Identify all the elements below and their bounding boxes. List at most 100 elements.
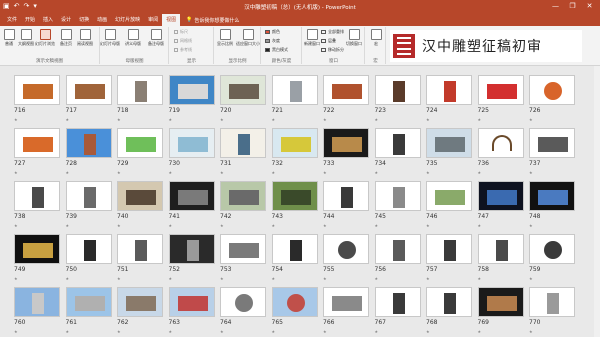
slide-thumbnail[interactable]: 733 ★ [323,128,369,175]
tab-file[interactable]: 文件 [3,14,21,26]
tab-home[interactable]: 开始 [21,14,39,26]
slide-thumbnail[interactable]: 757 ★ [426,234,472,281]
save-icon[interactable]: ▣ [3,2,10,11]
slide-thumbnail[interactable]: 730 ★ [168,128,215,175]
slide-thumbnail[interactable]: 748 ★ [529,181,575,228]
slide-thumbnail[interactable]: 743 ★ [271,181,318,228]
slide-thumbnail[interactable]: 744 ★ [323,181,369,228]
tab-view[interactable]: 视图 [162,14,181,26]
slide-thumbnail[interactable]: 736 ★ [477,128,524,175]
slide-thumbnail[interactable]: 737 ★ [529,128,575,175]
outline-view-button[interactable]: 大纲视图 [18,29,34,46]
slide-thumbnail[interactable]: 761 ★ [65,287,112,334]
reading-view-button[interactable]: 阅读视图 [77,29,93,46]
slide-thumbnail[interactable]: 766 ★ [323,287,369,334]
macros-button[interactable]: 宏 [369,29,383,46]
slide-sorter-button[interactable]: 幻灯片浏览 [35,29,55,46]
close-button[interactable]: ✕ [581,1,598,12]
slide-thumbnail[interactable]: 723 ★ [374,75,421,122]
notes-master-button[interactable]: 备注母版 [148,29,164,46]
slide-thumbnail[interactable]: 750 ★ [65,234,112,281]
slide-thumbnail[interactable]: 716 ★ [14,75,60,122]
vertical-scrollbar[interactable] [594,66,600,337]
tab-design[interactable]: 设计 [57,14,75,26]
slide-thumbnail[interactable]: 738 ★ [14,181,60,228]
tab-slideshow[interactable]: 幻灯片放映 [111,14,144,26]
slide-thumbnail[interactable]: 731 ★ [220,128,266,175]
slide-thumbnail[interactable]: 763 ★ [168,287,215,334]
slide-thumbnail[interactable]: 742 ★ [220,181,266,228]
tab-insert[interactable]: 插入 [39,14,57,26]
gridlines-checkbox[interactable]: 网格线 [174,38,192,44]
slide-thumbnail[interactable]: 755 ★ [323,234,369,281]
customize-qat-icon[interactable]: ▾ [33,2,37,11]
slide-thumbnail[interactable]: 753 ★ [220,234,266,281]
slide-thumbnail[interactable]: 752 ★ [168,234,215,281]
tab-animations[interactable]: 动画 [93,14,111,26]
notes-page-button[interactable]: 备注页 [59,29,73,46]
normal-view-button[interactable]: 普通 [2,29,16,46]
slide-thumbnail[interactable]: 722 ★ [323,75,369,122]
slide-number: 743 [271,213,283,220]
slide-thumbnail[interactable]: 720 ★ [220,75,266,122]
slide-thumbnail[interactable]: 717 ★ [65,75,112,122]
slide-thumbnail[interactable]: 760 ★ [14,287,60,334]
sculpture-image [544,241,562,259]
slide-thumbnail[interactable]: 754 ★ [271,234,318,281]
slide-thumbnail[interactable]: 765 ★ [271,287,318,334]
slide-thumbnail[interactable]: 745 ★ [374,181,421,228]
slide-thumbnail[interactable]: 728 ★ [65,128,112,175]
slide-thumbnail[interactable]: 756 ★ [374,234,421,281]
tell-me-box[interactable]: 💡 告诉我你想要做什么 [186,17,239,24]
slide-thumbnail[interactable]: 759 ★ [529,234,575,281]
slide-thumbnail[interactable]: 735 ★ [426,128,472,175]
undo-icon[interactable]: ↶ [14,2,20,11]
slide-thumbnail[interactable]: 764 ★ [220,287,266,334]
new-window-button[interactable]: 新建窗口 [304,29,320,46]
slide-thumbnail[interactable]: 724 ★ [426,75,472,122]
slide-thumbnail[interactable]: 751 ★ [117,234,163,281]
slide-thumbnail[interactable]: 732 ★ [271,128,318,175]
switch-window-button[interactable]: 切换窗口 [346,29,362,46]
slide-thumbnail[interactable]: 747 ★ [477,181,524,228]
slide-thumbnail[interactable]: 727 ★ [14,128,60,175]
black-white-option[interactable]: 黑白模式 [265,47,288,53]
tab-transitions[interactable]: 切换 [75,14,93,26]
slide-thumbnail[interactable]: 739 ★ [65,181,112,228]
ruler-checkbox[interactable]: 标尺 [174,29,188,35]
slide-thumbnail[interactable]: 749 ★ [14,234,60,281]
slide-thumbnail[interactable]: 746 ★ [426,181,472,228]
slide-thumbnail[interactable]: 741 ★ [168,181,215,228]
slide-thumbnail[interactable]: 718 ★ [117,75,163,122]
slide-master-button[interactable]: 幻灯片母版 [100,29,120,46]
slide-thumbnail[interactable]: 768 ★ [426,287,472,334]
tab-review[interactable]: 审阅 [144,14,162,26]
slide-thumbnail[interactable]: 734 ★ [374,128,421,175]
slide-thumbnail[interactable]: 719 ★ [168,75,215,122]
guides-checkbox[interactable]: 参考线 [174,47,192,53]
slide-thumbnail[interactable]: 725 ★ [477,75,524,122]
minimize-button[interactable]: — [547,1,564,12]
slide-thumbnail[interactable]: 729 ★ [117,128,163,175]
grayscale-option[interactable]: 灰度 [265,38,280,44]
slide-thumbnail[interactable]: 726 ★ [529,75,575,122]
slide-thumbnail[interactable]: 740 ★ [117,181,163,228]
maximize-button[interactable]: ❐ [564,1,581,12]
transition-star-icon: ★ [220,223,224,228]
move-split-button[interactable]: 移动拆分 [321,47,344,53]
zoom-button[interactable]: 显示比例 [217,29,233,46]
slide-number: 768 [426,319,438,326]
redo-icon[interactable]: ↷ [24,2,30,11]
slide-thumbnail[interactable]: 721 ★ [271,75,318,122]
slide-thumbnail[interactable]: 767 ★ [374,287,421,334]
arrange-all-button[interactable]: 全部重排 [321,29,344,35]
slide-thumbnail[interactable]: 769 ★ [477,287,524,334]
fit-to-window-button[interactable]: 适应窗口大小 [236,29,260,46]
slide-number: 735 [426,160,438,167]
handout-master-button[interactable]: 讲义母版 [125,29,141,46]
slide-thumbnail[interactable]: 758 ★ [477,234,524,281]
cascade-button[interactable]: 层叠 [321,38,336,44]
slide-thumbnail[interactable]: 770 ★ [529,287,575,334]
color-option[interactable]: 颜色 [265,29,280,35]
slide-thumbnail[interactable]: 762 ★ [117,287,163,334]
